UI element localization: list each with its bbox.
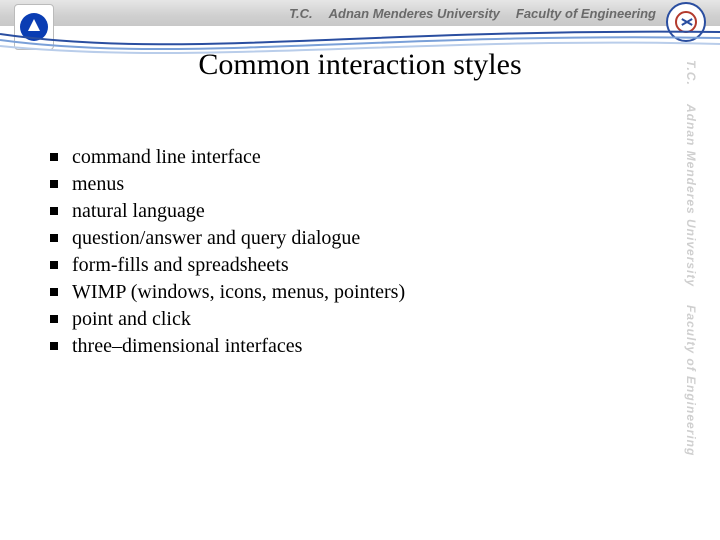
watermark-university: Adnan Menderes University [684,104,698,287]
bullet-list: command line interface menus natural lan… [50,144,640,360]
list-item: natural language [50,198,640,225]
watermark-tc: T.C. [684,60,698,86]
bullet-icon [50,288,58,296]
list-item: three–dimensional interfaces [50,333,640,360]
logo-circle-icon [20,13,48,41]
university-logo-left [14,4,54,50]
list-item: point and click [50,306,640,333]
bullet-icon [50,207,58,215]
list-item: WIMP (windows, icons, menus, pointers) [50,279,640,306]
bullet-icon [50,315,58,323]
list-item-text: three–dimensional interfaces [72,333,302,360]
faculty-logo-right [666,2,706,42]
bullet-icon [50,180,58,188]
header-tc: T.C. [289,6,313,21]
list-item: form-fills and spreadsheets [50,252,640,279]
list-item-text: question/answer and query dialogue [72,225,360,252]
list-item-text: menus [72,171,124,198]
slide-title: Common interaction styles [0,48,720,82]
bullet-icon [50,261,58,269]
bullet-icon [50,342,58,350]
slide-header: T.C. Adnan Menderes University Faculty o… [0,0,720,26]
gear-icon [675,11,697,33]
list-item-text: point and click [72,306,191,333]
header-faculty: Faculty of Engineering [516,6,656,21]
bullet-icon [50,234,58,242]
list-item: command line interface [50,144,640,171]
list-item: menus [50,171,640,198]
watermark-faculty: Faculty of Engineering [684,305,698,456]
bullet-icon [50,153,58,161]
list-item-text: WIMP (windows, icons, menus, pointers) [72,279,405,306]
list-item-text: form-fills and spreadsheets [72,252,289,279]
list-item-text: command line interface [72,144,261,171]
side-watermark: T.C. Adnan Menderes University Faculty o… [674,60,708,530]
list-item: question/answer and query dialogue [50,225,640,252]
header-university: Adnan Menderes University [329,6,500,21]
list-item-text: natural language [72,198,205,225]
